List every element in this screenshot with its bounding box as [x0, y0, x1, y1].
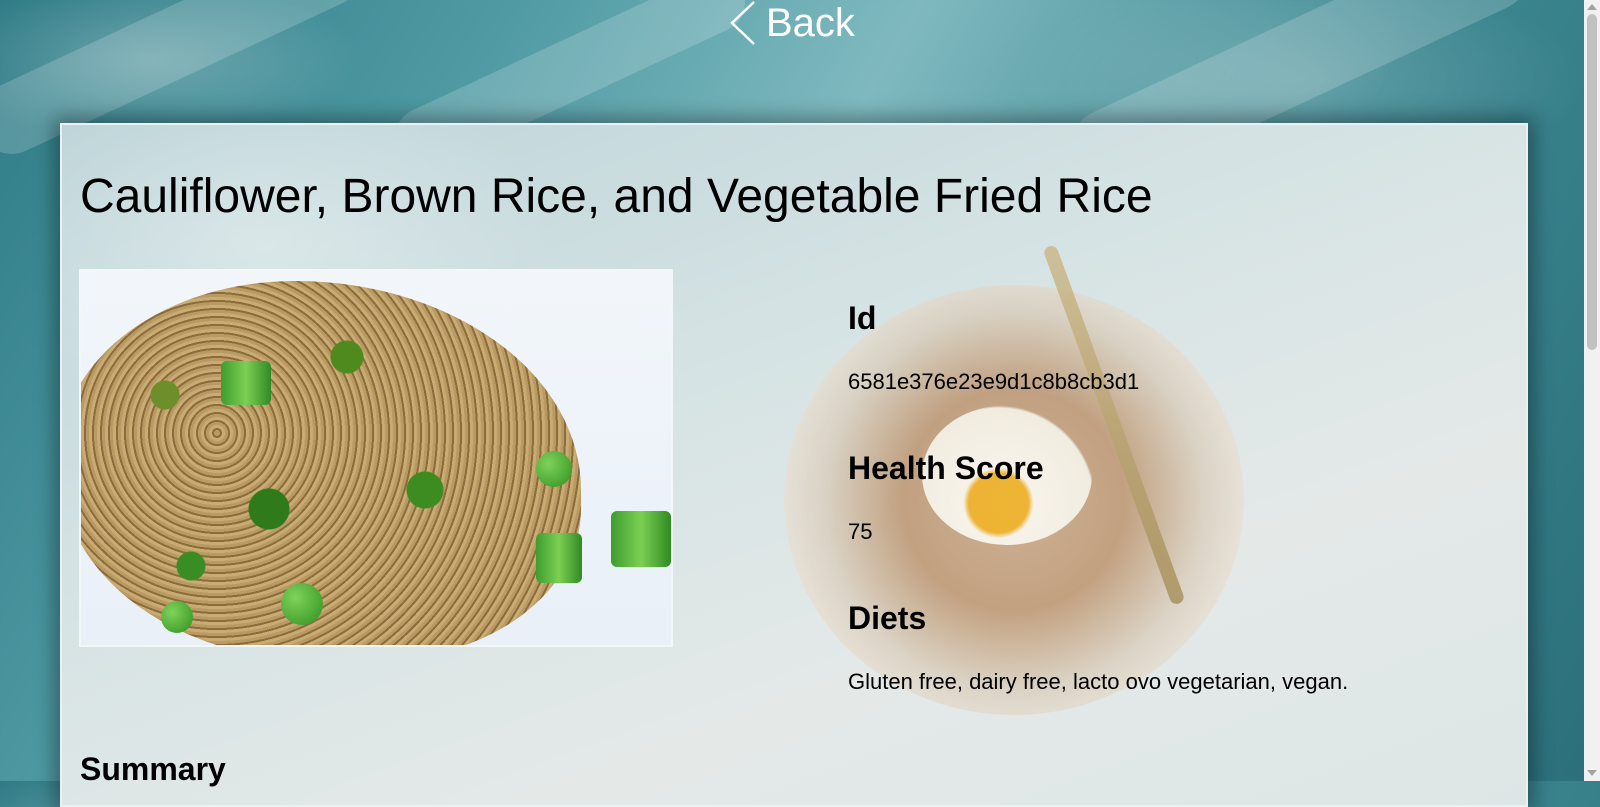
health-score-value: 75 [848, 519, 873, 544]
page-scrollbar[interactable] [1584, 0, 1600, 781]
id-value: 6581e376e23e9d1c8b8cb3d1 [848, 369, 1140, 394]
scroll-up-arrow-icon[interactable] [1587, 4, 1597, 10]
chevron-left-icon [728, 0, 756, 46]
scallion-shape [611, 511, 671, 567]
id-label: Id [848, 300, 877, 336]
recipe-image [79, 269, 673, 647]
back-label: Back [766, 0, 855, 45]
pea-shape [281, 583, 323, 625]
health-score-label: Health Score [848, 450, 1044, 486]
scrollbar-thumb[interactable] [1587, 14, 1597, 350]
scroll-down-arrow-icon[interactable] [1587, 770, 1597, 776]
pea-shape [536, 451, 572, 487]
pea-shape [161, 601, 193, 633]
recipe-detail-card: Cauliflower, Brown Rice, and Vegetable F… [60, 123, 1528, 807]
summary-heading: Summary [80, 751, 226, 787]
scallion-shape [536, 533, 582, 583]
diets-label: Diets [848, 600, 927, 636]
recipe-title: Cauliflower, Brown Rice, and Vegetable F… [80, 170, 1153, 223]
rice-illustration [81, 281, 581, 645]
scallion-shape [221, 361, 271, 405]
back-button[interactable]: Back [728, 0, 855, 46]
diets-value: Gluten free, dairy free, lacto ovo veget… [848, 669, 1349, 694]
